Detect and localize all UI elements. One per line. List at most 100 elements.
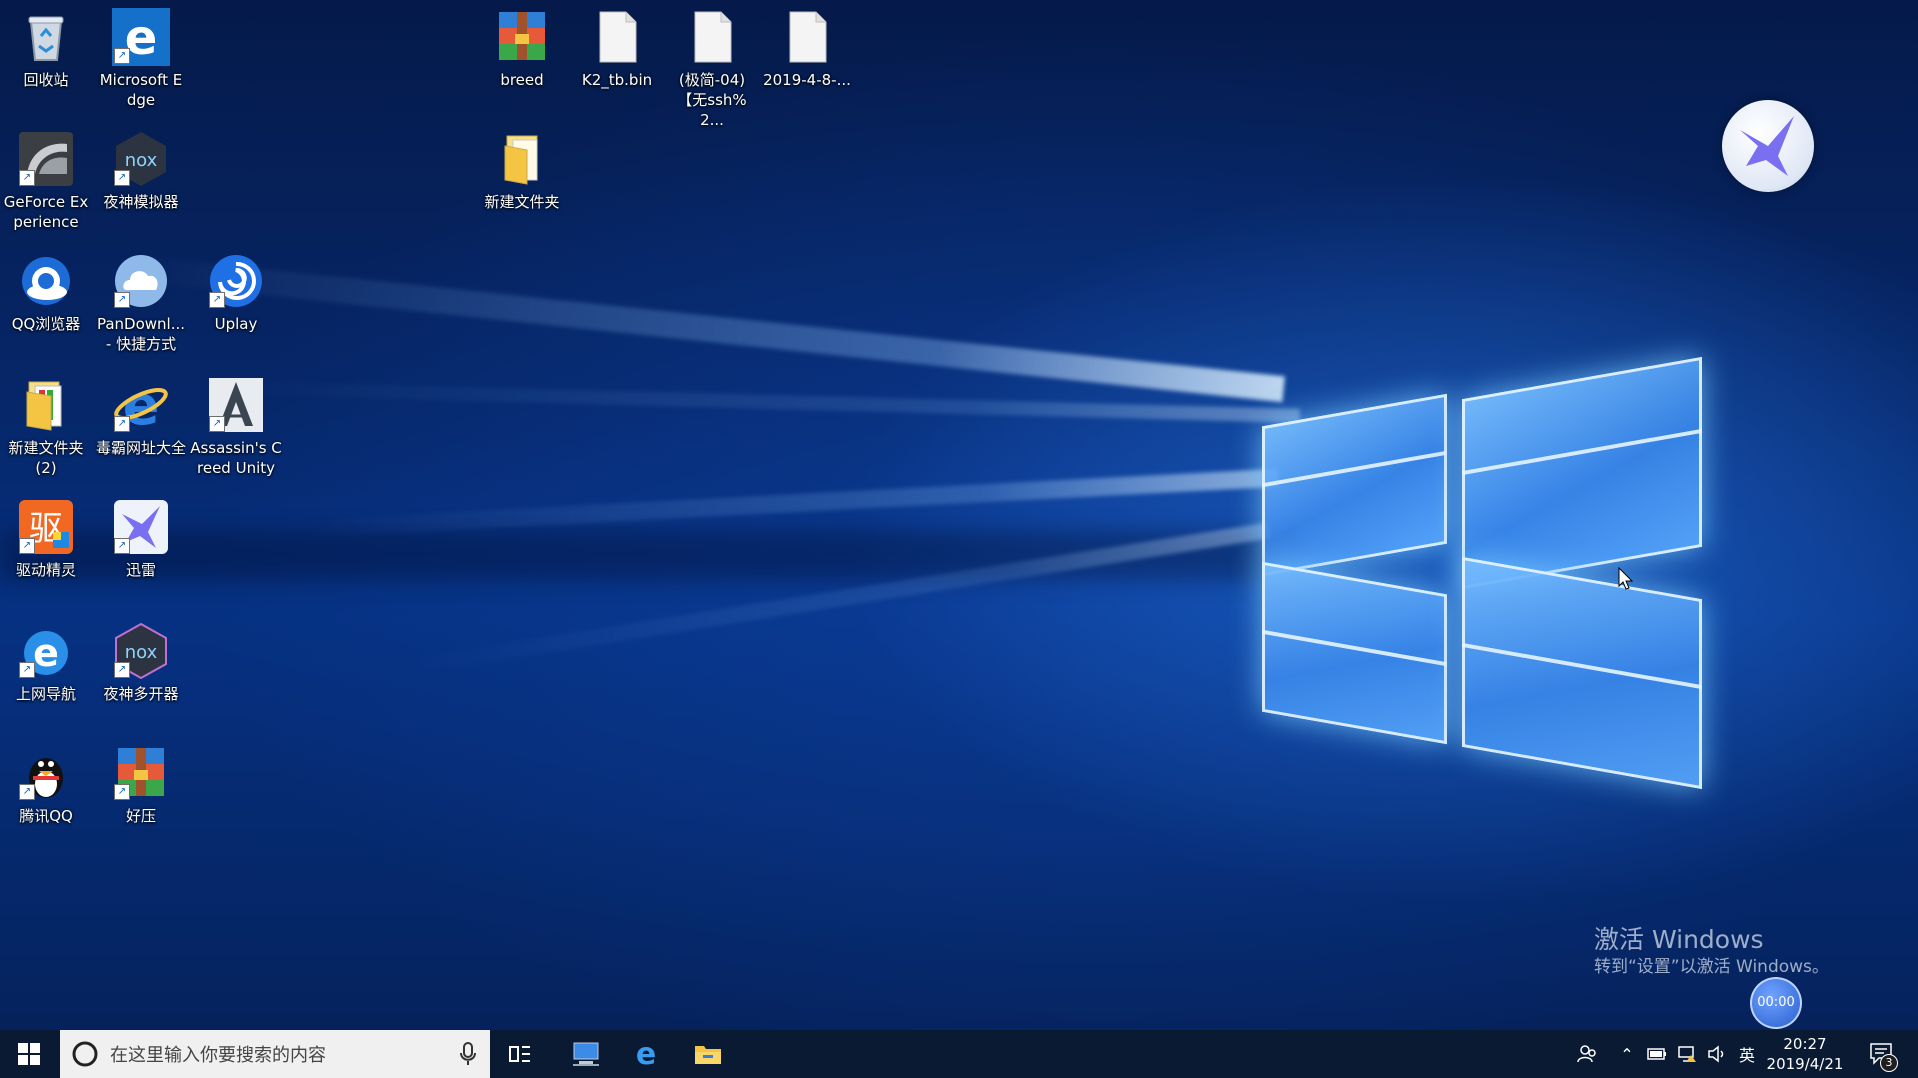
recycle-bin-icon: [17, 8, 75, 66]
desktop-icon-geforce[interactable]: ↗ GeForce Experience: [0, 130, 92, 232]
shortcut-arrow-icon: ↗: [19, 538, 35, 554]
qq-browser-icon: [17, 252, 75, 310]
taskbar-app-edge[interactable]: e: [622, 1030, 670, 1078]
thunder-bird-icon: [1740, 116, 1794, 176]
desktop-icon-label: 新建文件夹 (2): [8, 439, 84, 477]
geforce-icon: ↗: [17, 130, 75, 188]
desktop-icon-haozip[interactable]: ↗ 好压: [95, 744, 187, 826]
activation-title: 激活 Windows: [1594, 925, 1764, 954]
svg-text:nox: nox: [125, 150, 158, 171]
windows-activation-watermark: 激活 Windows 转到“设置”以激活 Windows。: [1594, 924, 1829, 978]
uplay-icon: ↗: [207, 252, 265, 310]
desktop-icon-microsoft-edge[interactable]: e ↗ Microsoft Edge: [95, 8, 187, 110]
shortcut-arrow-icon: ↗: [19, 784, 35, 800]
chevron-up-icon: ⌃: [1620, 1044, 1634, 1064]
taskbar-app-file-explorer[interactable]: [684, 1030, 732, 1078]
taskbar-search-box[interactable]: 在这里输入你要搜索的内容: [60, 1030, 490, 1078]
clock-time: 20:27: [1783, 1035, 1827, 1053]
qq-penguin-icon: ↗: [17, 744, 75, 802]
svg-text:e: e: [636, 1040, 656, 1068]
desktop-icon-label: 腾讯QQ: [19, 807, 73, 825]
desktop-icon-thunder[interactable]: ↗ 迅雷: [95, 498, 187, 580]
taskbar-clock[interactable]: 20:27 2019/4/21: [1760, 1034, 1850, 1074]
desktop-icon-driver-genius[interactable]: 驱 ↗ 驱动精灵: [0, 498, 92, 580]
battery-icon: [1647, 1048, 1666, 1060]
show-hidden-icons-button[interactable]: ⌃: [1614, 1030, 1640, 1078]
people-button[interactable]: [1570, 1030, 1604, 1078]
desktop-icon-label: 好压: [125, 807, 156, 825]
nox-icon: nox ↗: [112, 130, 170, 188]
taskbar-app-this-pc[interactable]: [562, 1030, 610, 1078]
shortcut-arrow-icon: ↗: [114, 538, 130, 554]
cortana-circle-icon: [72, 1041, 98, 1067]
desktop-icon-web-navigation[interactable]: e ↗ 上网导航: [0, 622, 92, 704]
network-status[interactable]: [1674, 1030, 1700, 1078]
desktop-icon-new-folder[interactable]: 新建文件夹: [476, 130, 568, 212]
desktop-icon-nox-player[interactable]: nox ↗ 夜神模拟器: [95, 130, 187, 212]
desktop-icon-tencent-qq[interactable]: ↗ 腾讯QQ: [0, 744, 92, 826]
edge-icon: e ↗: [112, 8, 170, 66]
shortcut-arrow-icon: ↗: [19, 170, 35, 186]
network-icon: [1678, 1046, 1696, 1062]
desktop-icon-nox-multi[interactable]: nox ↗ 夜神多开器: [95, 622, 187, 704]
windows-logo-wallpaper: [1262, 340, 1712, 790]
desktop-icon-label: Uplay: [214, 315, 258, 333]
activation-subtitle: 转到“设置”以激活 Windows。: [1594, 957, 1829, 977]
shortcut-arrow-icon: ↗: [209, 416, 225, 432]
desktop-icon-label: 毒霸网址大全: [95, 439, 186, 457]
desktop-icon-label: 新建文件夹: [484, 193, 560, 211]
svg-text:e: e: [33, 631, 59, 675]
thunder-floating-widget[interactable]: [1722, 100, 1814, 192]
desktop-icon-pandownload[interactable]: ↗ PanDownl... - 快捷方式: [95, 252, 187, 354]
desktop-icon-jijian-file[interactable]: (极简-04)【无ssh%2...: [666, 8, 758, 130]
desktop-icon-2019-file[interactable]: 2019-4-8-...: [761, 8, 853, 90]
svg-text:nox: nox: [125, 642, 158, 663]
file-icon: [778, 8, 836, 66]
driver-genius-icon: 驱 ↗: [17, 498, 75, 556]
desktop-icon-new-folder-2[interactable]: 新建文件夹 (2): [0, 376, 92, 478]
clock-date: 2019/4/21: [1766, 1055, 1844, 1073]
input-method-indicator[interactable]: 英: [1734, 1030, 1760, 1078]
start-button[interactable]: [0, 1030, 58, 1078]
folder-icon: [493, 130, 551, 188]
logo-pane: [1262, 561, 1447, 745]
recording-timer[interactable]: 00:00: [1750, 977, 1802, 1029]
desktop-icon-qq-browser[interactable]: QQ浏览器: [0, 252, 92, 334]
desktop-icon-label: 夜神多开器: [103, 685, 179, 703]
action-center-button[interactable]: 3: [1862, 1030, 1902, 1078]
file-explorer-icon: [695, 1046, 721, 1064]
desktop-icon-label: PanDownl... - 快捷方式: [96, 315, 186, 353]
computer-icon: [573, 1042, 599, 1066]
desktop-icon-label: 上网导航: [15, 685, 76, 703]
taskbar: 在这里输入你要搜索的内容 e ⌃ 英 20:27 2019/4/21 3: [0, 1030, 1918, 1078]
edge-icon: e: [636, 1040, 656, 1068]
shortcut-arrow-icon: ↗: [114, 170, 130, 186]
desktop-icon-label: QQ浏览器: [11, 315, 81, 333]
desktop-icon-uplay[interactable]: ↗ Uplay: [190, 252, 282, 334]
archive-icon: [493, 8, 551, 66]
nox-icon: nox ↗: [112, 622, 170, 680]
desktop-icon-recycle-bin[interactable]: 回收站: [0, 8, 92, 90]
logo-pane: [1462, 356, 1702, 590]
desktop-icon-label: (极简-04)【无ssh%2...: [677, 71, 747, 129]
logo-pane: [1462, 556, 1702, 790]
shortcut-arrow-icon: ↗: [114, 48, 130, 64]
desktop-icon-duba-sites[interactable]: e ↗ 毒霸网址大全: [95, 374, 187, 458]
shortcut-arrow-icon: ↗: [19, 662, 35, 678]
volume-control[interactable]: [1704, 1030, 1730, 1078]
shortcut-arrow-icon: ↗: [114, 416, 130, 432]
pandownload-icon: ↗: [112, 252, 170, 310]
file-icon: [588, 8, 646, 66]
shortcut-arrow-icon: ↗: [114, 292, 130, 308]
task-view-button[interactable]: [500, 1030, 540, 1078]
desktop-icon-assassins-creed-unity[interactable]: ↗ Assassin's Creed Unity: [190, 376, 282, 478]
battery-status[interactable]: [1644, 1030, 1670, 1078]
microphone-icon[interactable]: [460, 1042, 476, 1066]
thunder-icon: ↗: [112, 498, 170, 556]
desktop-icon-label: 2019-4-8-...: [763, 71, 851, 89]
windows-start-icon: [18, 1043, 40, 1065]
wallpaper-light-beam: [128, 255, 1286, 403]
desktop-icon-breed[interactable]: breed: [476, 8, 568, 90]
shortcut-arrow-icon: ↗: [114, 662, 130, 678]
desktop-icon-k2-tb-bin[interactable]: K2_tb.bin: [571, 8, 663, 90]
